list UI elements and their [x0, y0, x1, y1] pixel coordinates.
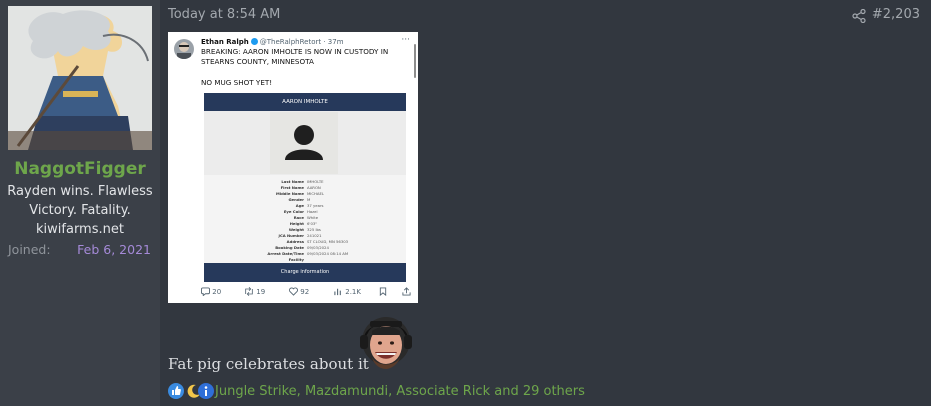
- verified-icon: [250, 38, 258, 45]
- upload-icon: [402, 287, 411, 296]
- info-icon[interactable]: [198, 383, 214, 399]
- retweet-count-value: 19: [256, 288, 266, 296]
- share-icon[interactable]: [852, 8, 868, 24]
- user-title: Rayden wins. Flawless Victory. Fatality.…: [7, 184, 153, 237]
- tweet-author-name: Ethan Ralph: [201, 38, 249, 46]
- user-cell: NaggotFigger Rayden wins. Flawless Victo…: [0, 0, 160, 406]
- card-footer: Charge information: [204, 263, 406, 282]
- joined-date: Feb 6, 2021: [77, 242, 151, 257]
- reaction-users-link[interactable]: Jungle Strike, Mazdamundi, Associate Ric…: [215, 384, 585, 399]
- tweet-scrollbar: [414, 44, 416, 78]
- user-avatar[interactable]: [8, 6, 152, 150]
- tweet-handle: @TheRalphRetort · 37m: [259, 38, 344, 46]
- reply-count-value: 20: [212, 288, 222, 296]
- tweet-actions: 20 19 92 2.1K: [168, 285, 418, 301]
- views-icon: [334, 288, 341, 296]
- tweet-text: BREAKING: AARON IMHOLTE IS NOW IN CUSTOD…: [201, 47, 389, 66]
- like-count: 92: [289, 287, 309, 296]
- more-dots-icon: ···: [401, 35, 410, 45]
- bookmark-icon: [379, 287, 387, 297]
- post-number-link[interactable]: #2,203: [872, 7, 920, 22]
- tweet-author: Ethan Ralph @TheRalphRetort · 37m: [201, 38, 344, 46]
- retweet-count: 19: [244, 287, 265, 296]
- joined-label: Joined:: [8, 242, 51, 257]
- post-timestamp[interactable]: Today at 8:54 AM: [168, 7, 280, 22]
- heart-icon: [289, 287, 298, 296]
- tweet-text-secondary: NO MUG SHOT YET!: [201, 78, 273, 87]
- retweet-icon: [245, 287, 253, 296]
- post-body-text: Fat pig celebrates about it: [168, 355, 369, 373]
- like-count-value: 92: [300, 288, 310, 296]
- like-icon[interactable]: [168, 383, 184, 399]
- tweet-author-avatar: [174, 39, 194, 59]
- card-header: AARON IMHOLTE: [204, 93, 406, 111]
- inmate-card: AARON IMHOLTE Last Name IMHOLTE First Name…: [204, 93, 406, 282]
- card-details: Last Name IMHOLTE First Name AARON Middle Na…: [204, 175, 406, 263]
- view-count: 2.1K: [334, 287, 361, 296]
- no-photo-icon: [270, 112, 338, 174]
- reply-count: 20: [201, 287, 222, 297]
- tweet-screenshot[interactable]: Ethan Ralph @TheRalphRetort · 37m ··· BRE…: [168, 32, 418, 303]
- reply-icon: [201, 287, 210, 297]
- view-count-value: 2.1K: [345, 288, 361, 296]
- username[interactable]: NaggotFigger: [0, 159, 160, 179]
- avatar-illustration: [8, 6, 152, 150]
